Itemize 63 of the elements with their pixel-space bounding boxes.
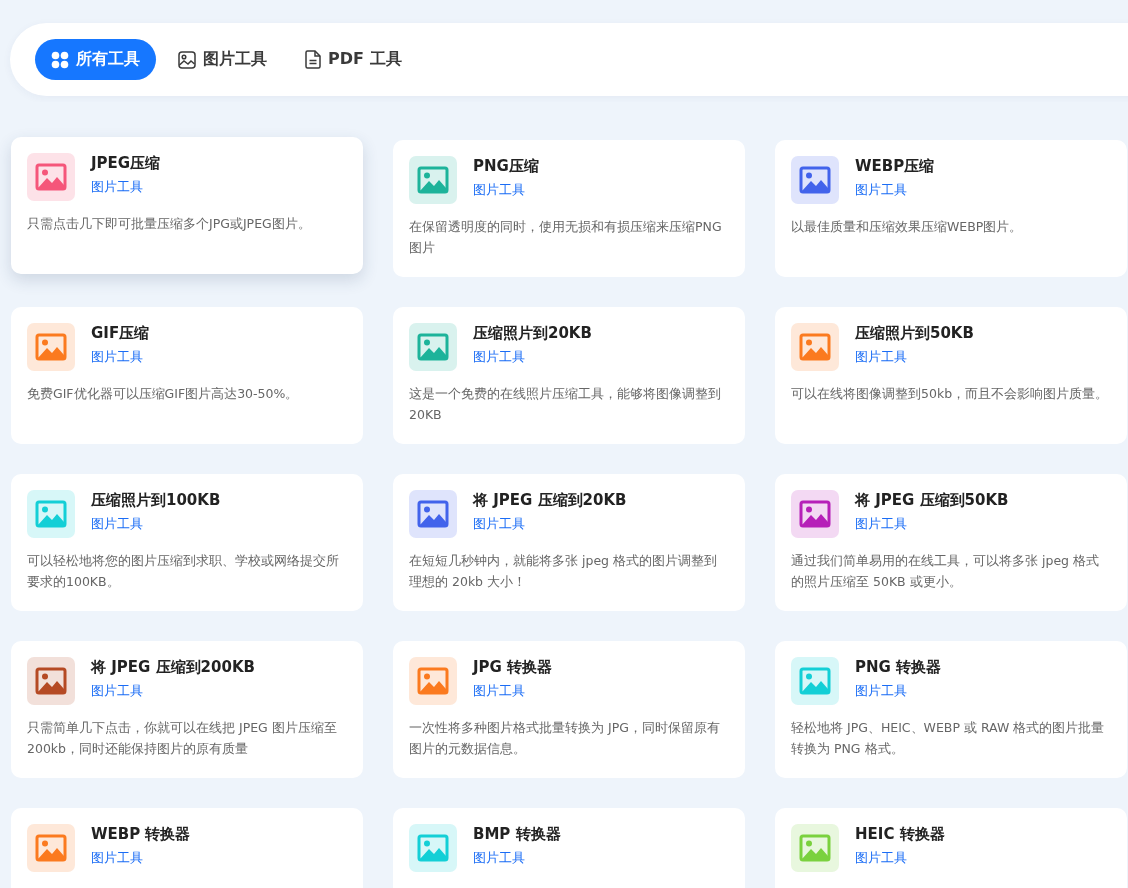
category-link[interactable]: 图片工具 [91, 683, 143, 700]
tool-title: HEIC 转换器 [855, 825, 945, 844]
tool-title: JPEG压缩 [91, 154, 161, 173]
tool-title: 压缩照片到20KB [473, 324, 592, 343]
tool-title: GIF压缩 [91, 324, 150, 343]
tool-card[interactable]: WEBP压缩 图片工具 以最佳质量和压缩效果压缩WEBP图片。 [775, 140, 1127, 277]
category-link[interactable]: 图片工具 [855, 683, 907, 700]
tool-card[interactable]: PNG压缩 图片工具 在保留透明度的同时，使用无损和有损压缩来压缩PNG图片 [393, 140, 745, 277]
tool-title: PNG 转换器 [855, 658, 942, 677]
tab[interactable]: PDF 工具 [289, 39, 418, 80]
tool-title: 将 JPEG 压缩到200KB [91, 658, 255, 677]
tool-title: 压缩照片到100KB [91, 491, 221, 510]
category-link[interactable]: 图片工具 [855, 516, 907, 533]
tool-card[interactable]: GIF压缩 图片工具 免费GIF优化器可以压缩GIF图片高达30-50%。 [11, 307, 363, 444]
tool-title: PNG压缩 [473, 157, 539, 176]
tool-title: JPG 转换器 [473, 658, 553, 677]
category-link[interactable]: 图片工具 [473, 349, 525, 366]
category-link[interactable]: 图片工具 [855, 182, 907, 199]
tool-card[interactable]: 将 JPEG 压缩到20KB 图片工具 在短短几秒钟内，就能将多张 jpeg 格式的图片调整到理想的 20kb 大小！ [393, 474, 745, 611]
tool-title: BMP 转换器 [473, 825, 561, 844]
category-link[interactable]: 图片工具 [473, 516, 525, 533]
tab[interactable]: 所有工具 [35, 39, 156, 80]
tab[interactable]: 图片工具 [162, 39, 283, 80]
tool-description: 在短短几秒钟内，就能将多张 jpeg 格式的图片调整到理想的 20kb 大小！ [409, 552, 718, 591]
category-link[interactable]: 图片工具 [855, 850, 907, 867]
category-link[interactable]: 图片工具 [473, 850, 525, 867]
tool-description: 在保留透明度的同时，使用无损和有损压缩来压缩PNG图片 [409, 218, 723, 257]
document-icon [305, 50, 321, 69]
category-link[interactable]: 图片工具 [91, 850, 143, 867]
tool-description: 以最佳质量和压缩效果压缩WEBP图片。 [791, 218, 1024, 236]
tool-description: 轻松地将 JPG、HEIC、WEBP 或 RAW 格式的图片批量转换为 PNG 格式。 [791, 719, 1106, 758]
tool-card[interactable]: PNG 转换器 图片工具 轻松地将 JPG、HEIC、WEBP 或 RAW 格式的图片批量转换为 PNG 格式。 [775, 641, 1127, 778]
category-link[interactable]: 图片工具 [91, 516, 143, 533]
tool-title: WEBP压缩 [855, 157, 935, 176]
tool-card[interactable]: HEIC 转换器 图片工具 [775, 808, 1127, 888]
tool-title: WEBP 转换器 [91, 825, 191, 844]
tool-description: 只需点击几下即可批量压缩多个JPG或JPEG图片。 [27, 215, 312, 233]
category-link[interactable]: 图片工具 [91, 179, 143, 196]
tool-card[interactable]: 压缩照片到50KB 图片工具 可以在线将图像调整到50kb，而且不会影响图片质量。 [775, 307, 1127, 444]
tool-card[interactable]: 将 JPEG 压缩到50KB 图片工具 通过我们简单易用的在线工具，可以将多张 jpeg 格式的照片压缩至 50KB 或更小。 [775, 474, 1127, 611]
image-icon [178, 50, 196, 69]
grid-icon [51, 50, 69, 69]
tool-description: 通过我们简单易用的在线工具，可以将多张 jpeg 格式的照片压缩至 50KB 或更小。 [791, 552, 1100, 591]
tool-card[interactable]: 压缩照片到20KB 图片工具 这是一个免费的在线照片压缩工具，能够将图像调整到20KB [393, 307, 745, 444]
category-link[interactable]: 图片工具 [855, 349, 907, 366]
tool-description: 可以轻松地将您的图片压缩到求职、学校或网络提交所要求的100KB。 [27, 552, 340, 591]
tool-card[interactable]: BMP 转换器 图片工具 [393, 808, 745, 888]
tool-card[interactable]: JPEG压缩 图片工具 只需点击几下即可批量压缩多个JPG或JPEG图片。 [11, 137, 363, 274]
tool-card[interactable]: 压缩照片到100KB 图片工具 可以轻松地将您的图片压缩到求职、学校或网络提交所要求的100KB。 [11, 474, 363, 611]
tool-description: 这是一个免费的在线照片压缩工具，能够将图像调整到20KB [409, 385, 722, 424]
tool-title: 将 JPEG 压缩到20KB [473, 491, 627, 510]
tool-title: 将 JPEG 压缩到50KB [855, 491, 1009, 510]
tool-description: 一次性将多种图片格式批量转换为 JPG，同时保留原有图片的元数据信息。 [409, 719, 721, 758]
tool-description: 可以在线将图像调整到50kb，而且不会影响图片质量。 [791, 385, 1110, 403]
category-link[interactable]: 图片工具 [473, 683, 525, 700]
tool-description: 只需简单几下点击，你就可以在线把 JPEG 图片压缩至 200kb，同时还能保持图片的原有质量 [27, 719, 338, 758]
category-link[interactable]: 图片工具 [91, 349, 143, 366]
tool-card[interactable]: WEBP 转换器 图片工具 [11, 808, 363, 888]
category-link[interactable]: 图片工具 [473, 182, 525, 199]
tool-card[interactable]: 将 JPEG 压缩到200KB 图片工具 只需简单几下点击，你就可以在线把 JPEG 图片压缩至 200kb，同时还能保持图片的原有质量 [11, 641, 363, 778]
tool-title: 压缩照片到50KB [855, 324, 974, 343]
tool-card[interactable]: JPG 转换器 图片工具 一次性将多种图片格式批量转换为 JPG，同时保留原有图片的元数据信息。 [393, 641, 745, 778]
tool-description: 免费GIF优化器可以压缩GIF图片高达30-50%。 [27, 385, 300, 403]
